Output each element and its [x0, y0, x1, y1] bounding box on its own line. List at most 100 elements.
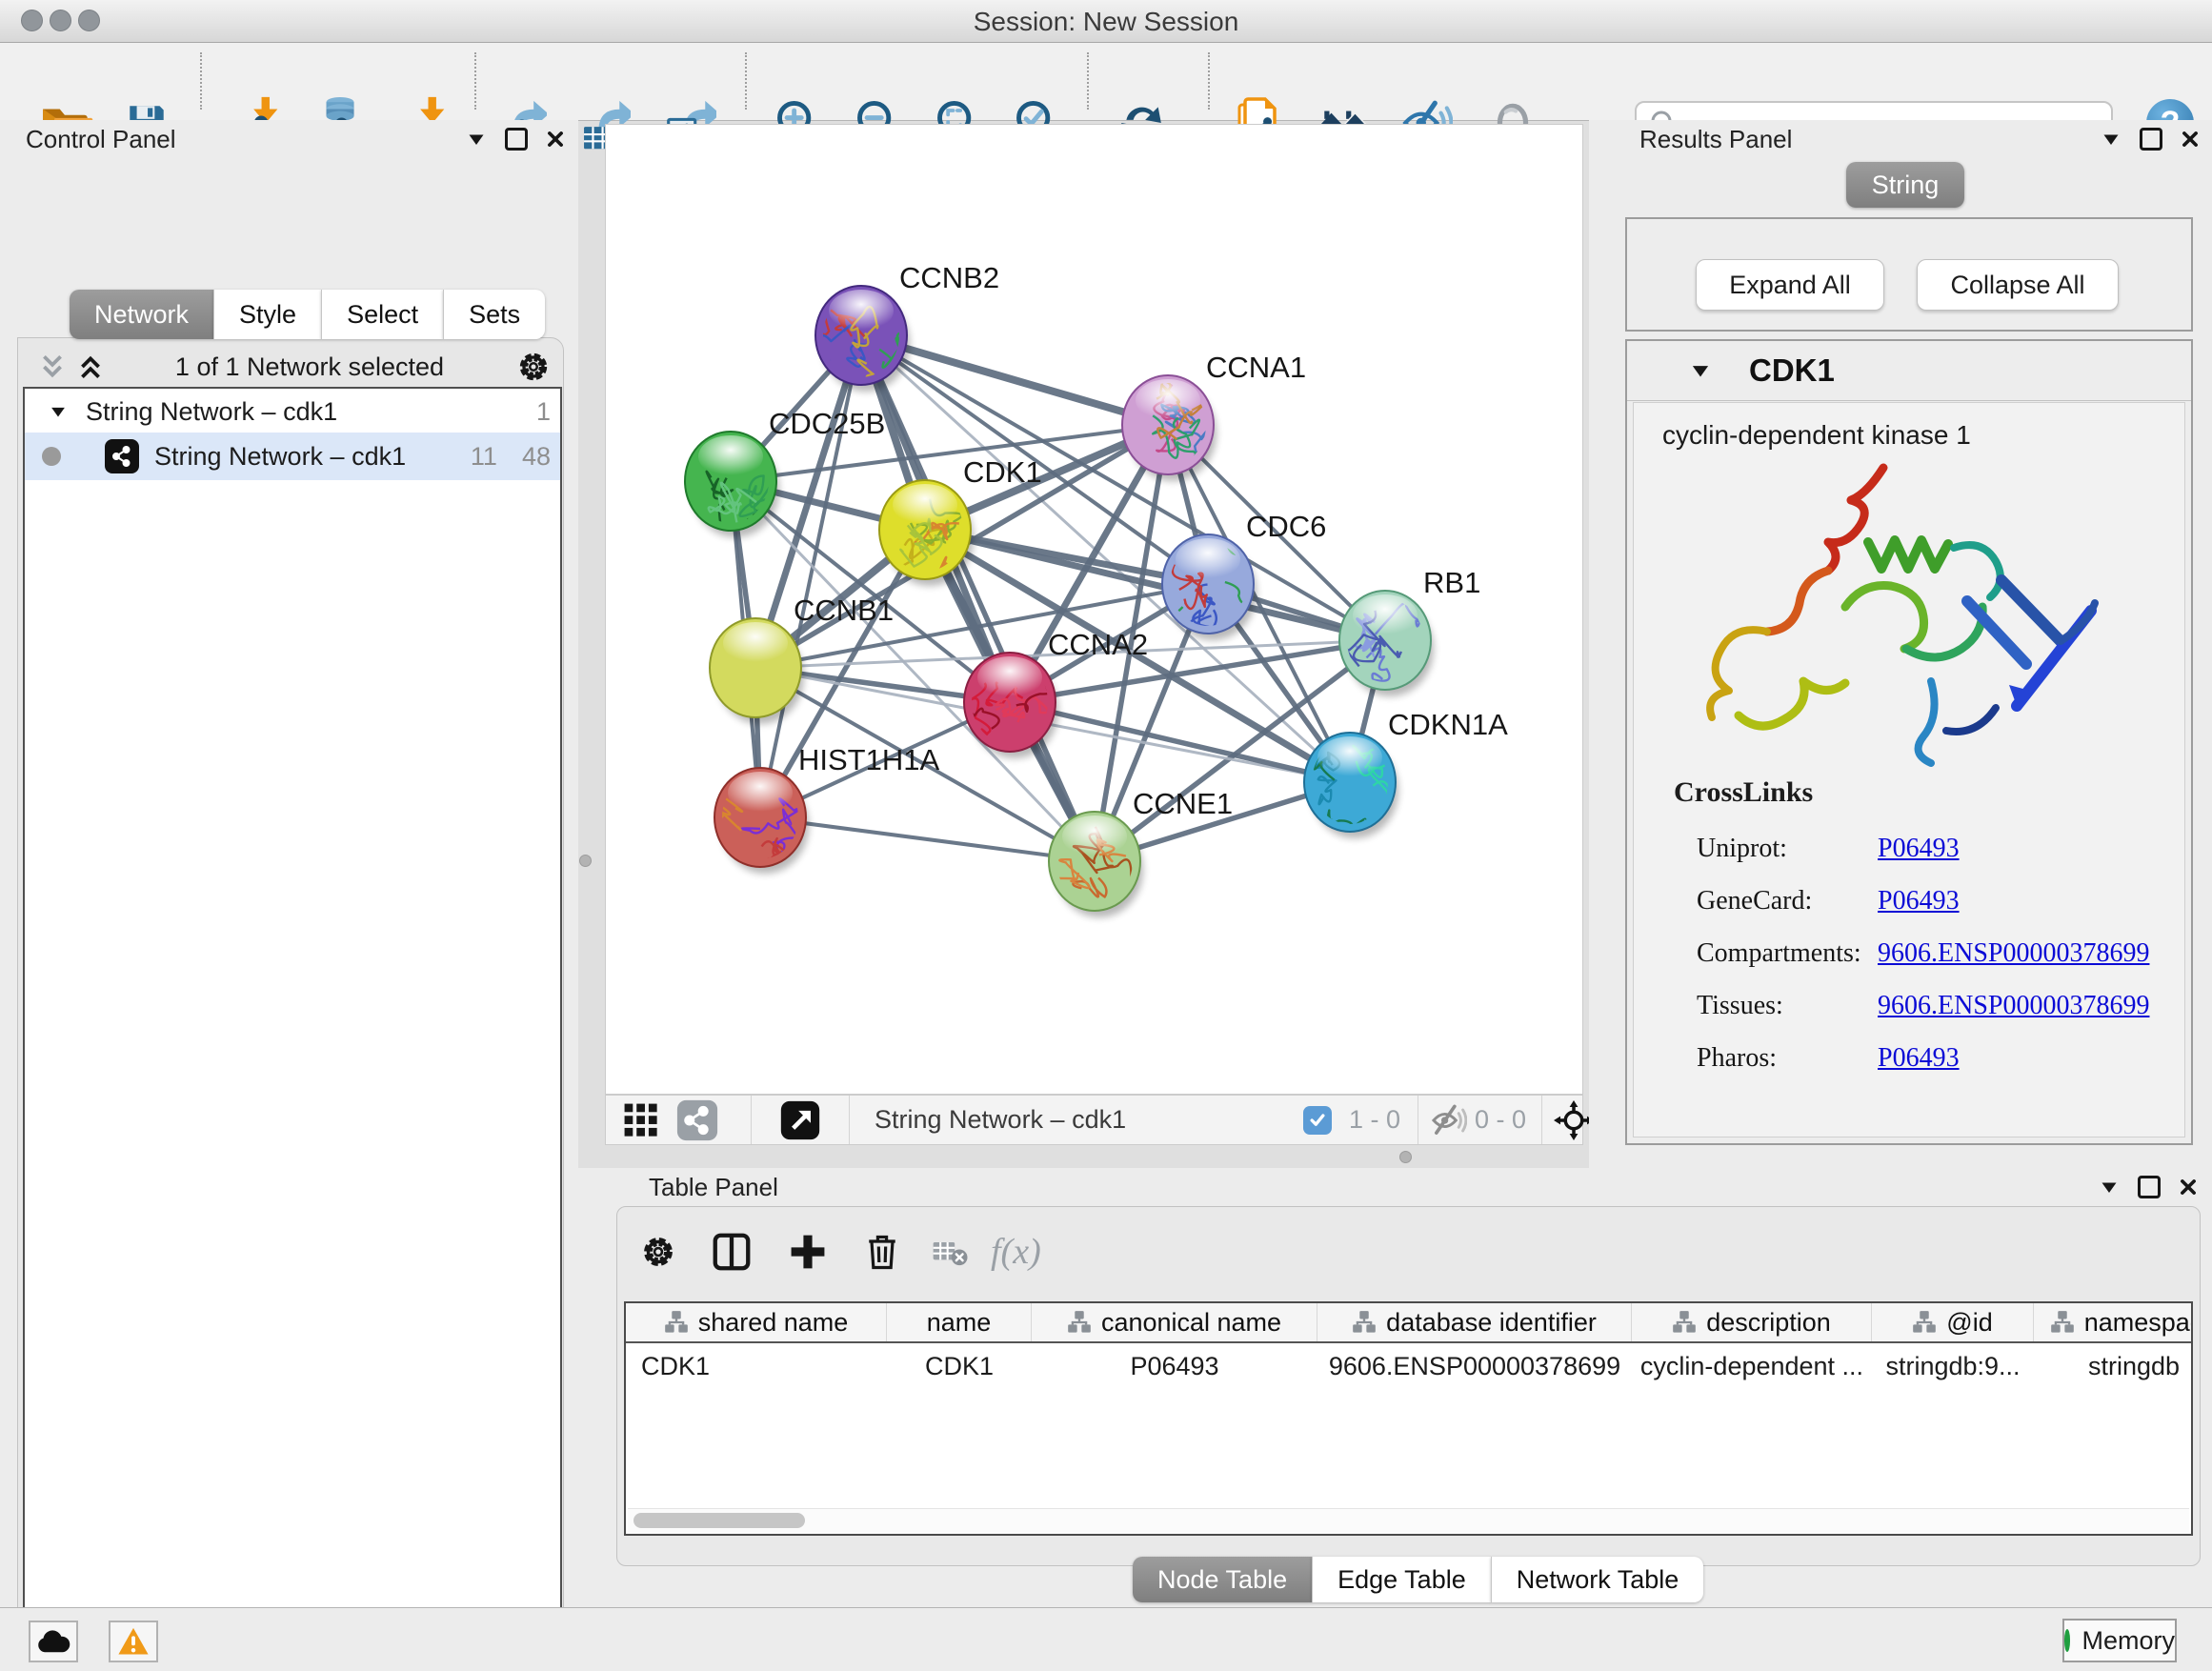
table-row[interactable]: CDK1CDK1P064939606.ENSP00000378699cyclin…	[626, 1343, 2191, 1389]
table-panel-title: Table Panel	[649, 1173, 778, 1202]
tab-network-table[interactable]: Network Table	[1491, 1557, 1704, 1602]
network-view-toolbar: String Network – cdk1 1 - 0 0 - 0	[605, 1095, 1583, 1145]
tab-style[interactable]: Style	[213, 290, 321, 339]
column-label: name	[927, 1308, 992, 1338]
expand-all-button[interactable]: Expand All	[1696, 259, 1884, 311]
table-horizontal-scrollbar[interactable]	[628, 1508, 2189, 1532]
left-splitter-handle[interactable]	[579, 855, 592, 867]
tab-node-table[interactable]: Node Table	[1133, 1557, 1312, 1602]
tab-network[interactable]: Network	[70, 290, 213, 339]
network-view-canvas[interactable]: CCNB2CCNA1CDC25BCDK1CDC6RB1CCNB1CCNA2CDK…	[605, 124, 1583, 1095]
table-cell: CDK1	[887, 1352, 1032, 1381]
node-label: CCNA2	[1048, 628, 1148, 661]
network-node[interactable]: CCNB2	[789, 261, 999, 392]
panel-float-icon[interactable]	[465, 128, 488, 151]
birds-eye-view-icon[interactable]	[779, 1096, 821, 1144]
warnings-button[interactable]	[109, 1621, 158, 1662]
string-view-icon[interactable]	[676, 1096, 718, 1144]
column-header-canonical-name[interactable]: canonical name	[1032, 1303, 1317, 1341]
column-label: @id	[1946, 1308, 1992, 1338]
cloud-button[interactable]	[29, 1621, 78, 1662]
hierarchy-icon	[1067, 1310, 1092, 1335]
collapse-all-networks-icon[interactable]	[38, 352, 67, 381]
network-node[interactable]: CCNA1	[1122, 351, 1306, 481]
collapse-all-button[interactable]: Collapse All	[1917, 259, 2119, 311]
column-header-database-identifier[interactable]: database identifier	[1317, 1303, 1632, 1341]
table-options-gear-icon[interactable]	[633, 1227, 683, 1277]
protein-detail-box: CDK1 cyclin-dependent kinase 1	[1625, 339, 2193, 1145]
warning-icon	[117, 1626, 150, 1657]
selected-checkbox-icon[interactable]	[1303, 1096, 1343, 1144]
panel-float-icon[interactable]	[2100, 128, 2122, 151]
expand-all-networks-icon[interactable]	[76, 352, 105, 381]
horizontal-splitter-handle[interactable]	[1399, 1151, 1412, 1163]
column-header-namespace[interactable]: namespace	[2034, 1303, 2193, 1341]
network-node-count: 11	[471, 442, 497, 472]
network-options-gear-icon[interactable]	[514, 348, 553, 386]
collection-expander-icon[interactable]	[48, 401, 69, 422]
network-node[interactable]: HIST1H1A	[702, 743, 939, 874]
panel-close-icon[interactable]	[2178, 1177, 2199, 1198]
delete-column-icon[interactable]	[857, 1227, 907, 1277]
delete-table-icon[interactable]	[926, 1227, 975, 1277]
network-collection-row[interactable]: String Network – cdk1 1	[25, 391, 560, 433]
control-panel-title: Control Panel	[26, 125, 176, 154]
control-panel-tabs: NetworkStyleSelectSets	[70, 290, 545, 339]
network-node[interactable]: RB1	[1339, 566, 1480, 696]
show-columns-icon[interactable]	[707, 1227, 756, 1277]
fit-content-crosshair-icon[interactable]	[1554, 1096, 1594, 1144]
column-header-description[interactable]: description	[1632, 1303, 1872, 1341]
panel-close-icon[interactable]	[545, 129, 566, 150]
network-node[interactable]: CCNE1	[1049, 787, 1233, 931]
hidden-eye-icon[interactable]	[1431, 1096, 1467, 1144]
network-label: String Network – cdk1	[154, 442, 406, 472]
crosslink-link[interactable]: 9606.ENSP00000378699	[1878, 991, 2149, 1021]
network-node[interactable]: CDKN1A	[1304, 708, 1508, 838]
memory-button[interactable]: Memory	[2062, 1619, 2177, 1662]
toolbar-separator	[200, 52, 202, 110]
table-cell: stringdb	[2034, 1352, 2193, 1381]
title-bar: Session: New Session	[0, 0, 2212, 43]
toolbar-separator	[1208, 52, 1210, 110]
panel-close-icon[interactable]	[2180, 129, 2201, 150]
crosslink-link[interactable]: P06493	[1878, 1043, 1960, 1074]
crosslink-link[interactable]: P06493	[1878, 886, 1960, 916]
column-header--id[interactable]: @id	[1872, 1303, 2034, 1341]
crosslink-label: Uniprot:	[1697, 834, 1878, 864]
column-header-shared-name[interactable]: shared name	[626, 1303, 887, 1341]
table-cell: CDK1	[626, 1352, 887, 1381]
network-row-selected[interactable]: String Network – cdk1 11 48	[25, 433, 560, 480]
panel-float-icon[interactable]	[2098, 1176, 2121, 1198]
column-label: namespace	[2084, 1308, 2193, 1338]
protein-collapse-icon[interactable]	[1688, 358, 1713, 383]
scrollbar-thumb[interactable]	[633, 1513, 805, 1528]
crosslink-link[interactable]: P06493	[1878, 834, 1960, 864]
add-column-icon[interactable]	[783, 1227, 833, 1277]
network-view-title: String Network – cdk1	[875, 1096, 1126, 1144]
panel-maximize-icon[interactable]	[2138, 1176, 2161, 1198]
crosslink-link[interactable]: 9606.ENSP00000378699	[1878, 938, 2149, 969]
network-edge[interactable]	[760, 817, 1095, 861]
toolbar-separator	[474, 52, 476, 110]
network-edge[interactable]	[861, 335, 1095, 861]
node-table[interactable]: shared name name canonical namedatabase id…	[624, 1301, 2193, 1536]
crosslink-label: Tissues:	[1697, 991, 1878, 1021]
panel-maximize-icon[interactable]	[505, 128, 528, 151]
toolbar-separator	[745, 52, 747, 110]
tab-select[interactable]: Select	[321, 290, 443, 339]
tab-edge-table[interactable]: Edge Table	[1312, 1557, 1491, 1602]
table-header-row: shared name name canonical namedatabase id…	[626, 1303, 2191, 1343]
grid-mode-icon[interactable]	[623, 1096, 659, 1144]
network-graph[interactable]: CCNB2CCNA1CDC25BCDK1CDC6RB1CCNB1CCNA2CDK…	[606, 125, 1582, 1094]
control-panel: Control Panel NetworkStyleSelectSets 1 o…	[0, 120, 578, 1607]
node-label: CCNB2	[899, 261, 999, 294]
node-label: CCNB1	[794, 594, 894, 627]
panel-maximize-icon[interactable]	[2140, 128, 2162, 151]
application-window: Session: New Session	[0, 0, 2212, 1671]
column-header-name[interactable]: name	[887, 1303, 1032, 1341]
function-builder-icon[interactable]: f(x)	[991, 1231, 1041, 1273]
tab-string[interactable]: String	[1846, 162, 1964, 208]
tab-sets[interactable]: Sets	[443, 290, 545, 339]
crosslink-row: Pharos:P06493	[1697, 1032, 2173, 1084]
collection-label: String Network – cdk1	[86, 397, 337, 427]
